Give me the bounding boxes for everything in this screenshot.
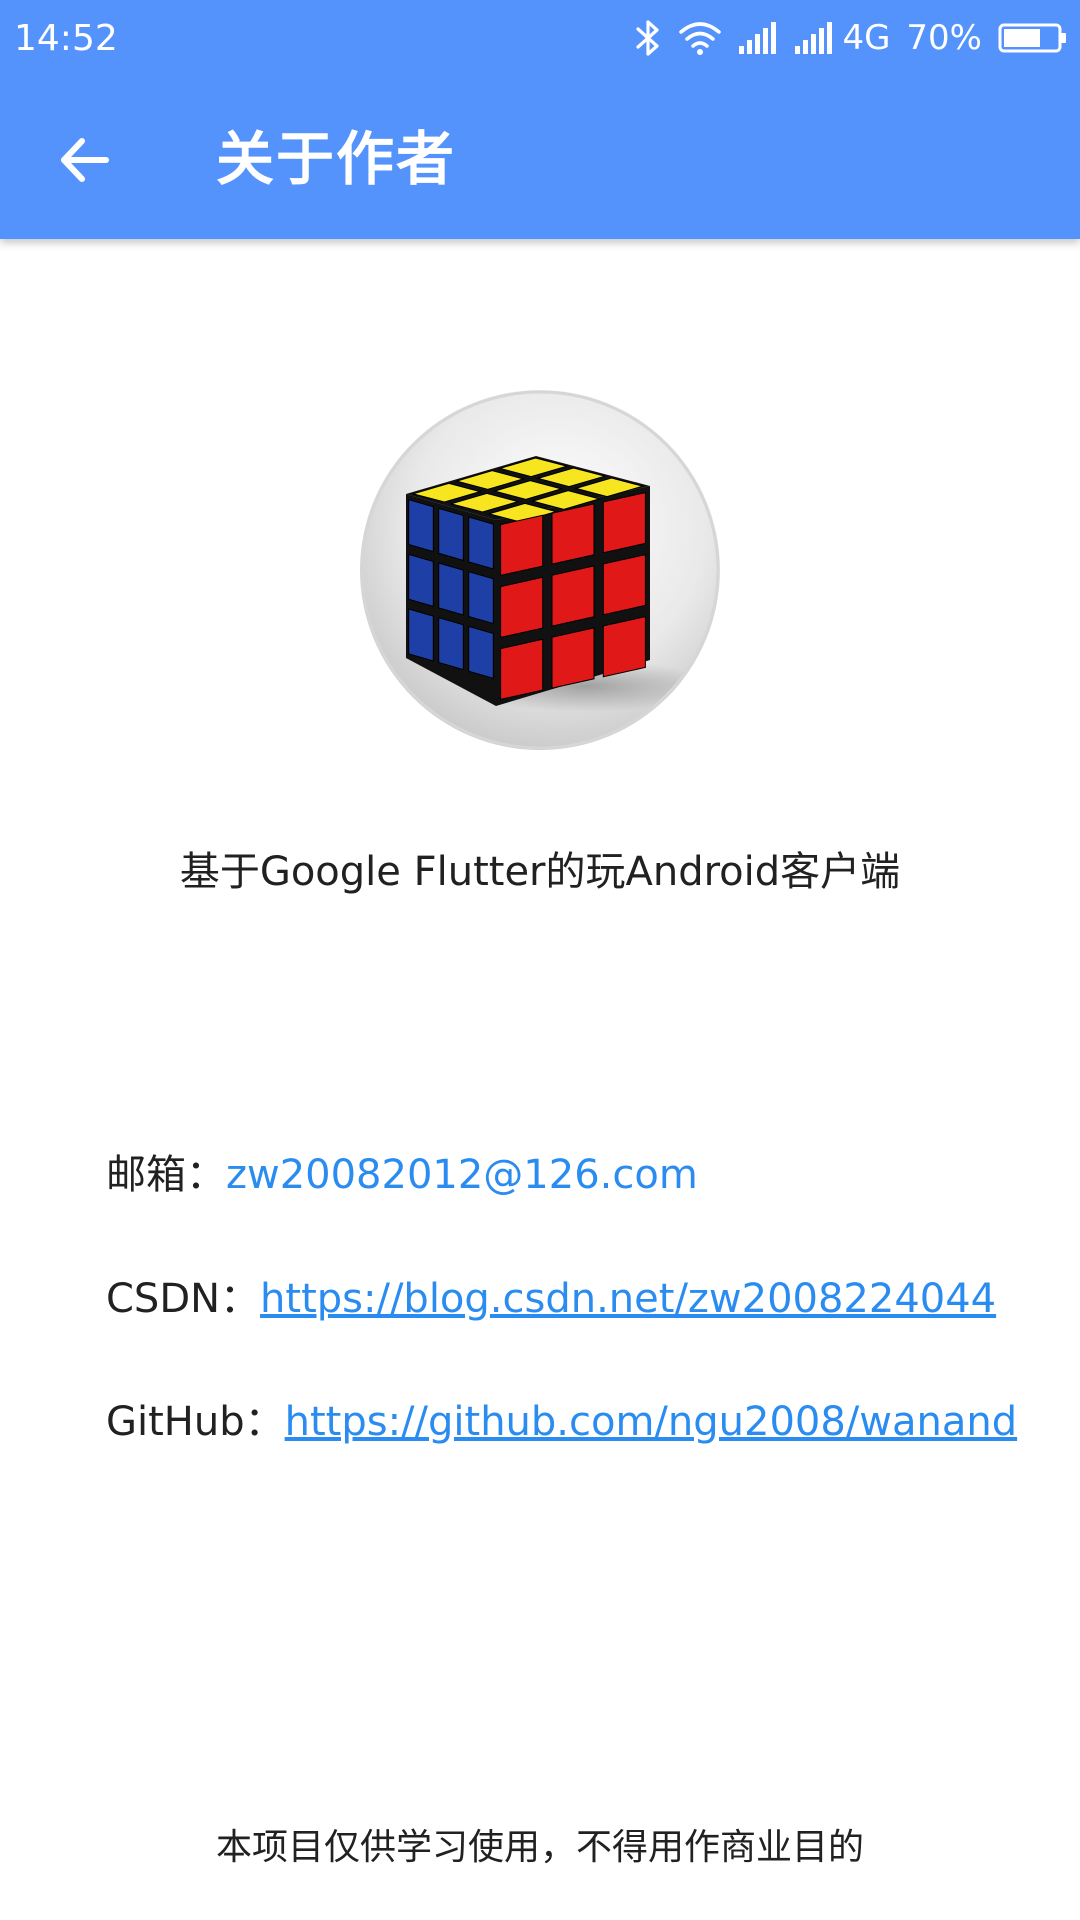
github-link[interactable]: https://github.com/ngu2008/wanand	[285, 1399, 1017, 1445]
email-link[interactable]: zw20082012@126.com	[226, 1152, 698, 1198]
signal-icon	[738, 20, 778, 56]
page-title: 关于作者	[216, 125, 457, 193]
back-button[interactable]	[40, 116, 128, 204]
status-time: 14:52	[14, 18, 118, 59]
contact-csdn-row: CSDN：https://blog.csdn.net/zw2008224044	[106, 1271, 996, 1327]
contact-email-row: 邮箱：zw20082012@126.com	[106, 1147, 698, 1203]
battery-icon	[998, 22, 1068, 54]
email-label: 邮箱：	[106, 1152, 226, 1198]
toolbar: 关于作者	[0, 78, 1080, 239]
status-bar: 14:52 4G 70%	[0, 0, 1080, 78]
bluetooth-icon	[634, 18, 662, 58]
signal-icon	[794, 20, 834, 56]
contact-github-row: GitHub：https://github.com/ngu2008/wanand	[106, 1394, 1017, 1450]
csdn-link[interactable]: https://blog.csdn.net/zw2008224044	[260, 1276, 996, 1322]
wifi-icon	[678, 20, 722, 56]
github-label: GitHub：	[106, 1399, 285, 1445]
arrow-back-icon	[61, 138, 109, 182]
battery-percent: 70%	[906, 18, 982, 58]
about-author-screen: 14:52 4G 70% 关于作者 基于Google Flutter的玩Andr…	[0, 0, 1080, 1920]
status-icons: 4G 70%	[634, 16, 1068, 60]
author-avatar	[360, 390, 720, 750]
app-description: 基于Google Flutter的玩Android客户端	[179, 849, 901, 895]
csdn-label: CSDN：	[106, 1276, 261, 1322]
app-bar: 14:52 4G 70% 关于作者	[0, 0, 1080, 239]
disclaimer-text: 本项目仅供学习使用，不得用作商业目的	[215, 1827, 864, 1868]
network-type-label: 4G	[842, 18, 891, 58]
